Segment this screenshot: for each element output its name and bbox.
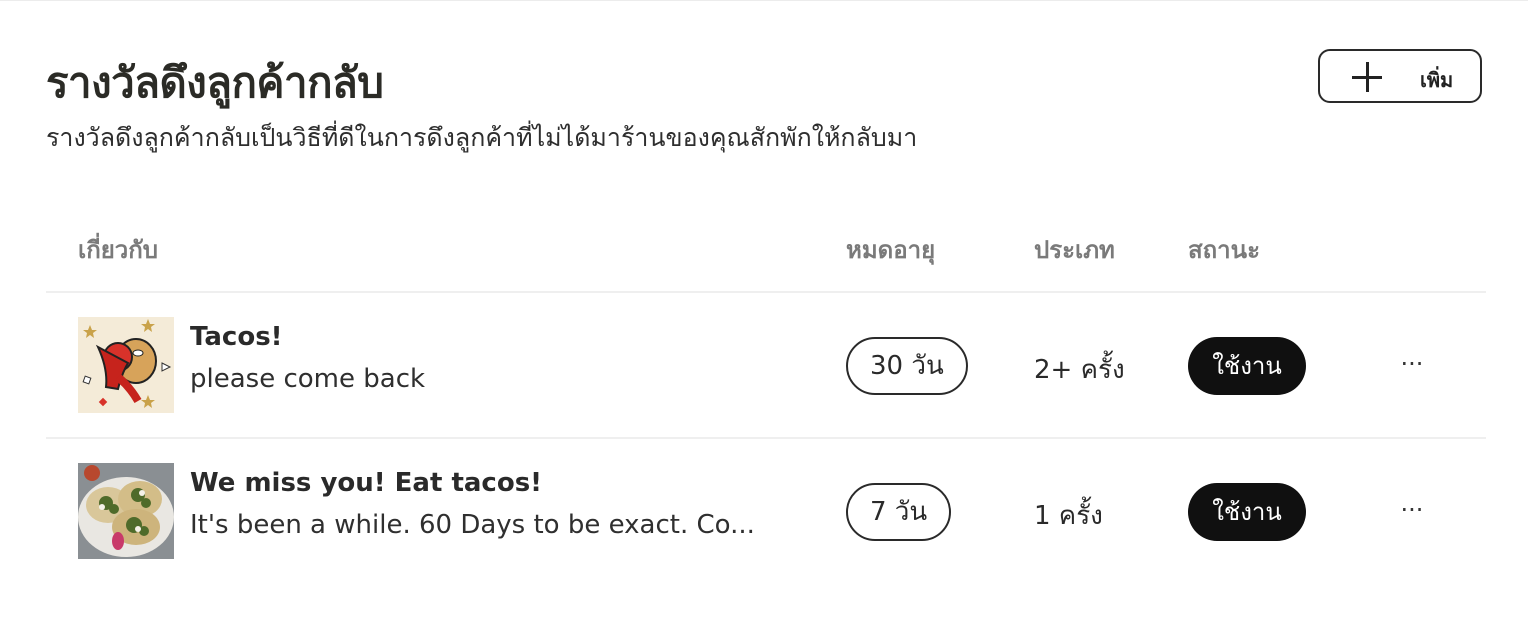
page-subtitle: รางวัลดึงลูกค้ากลับเป็นวิธีที่ดีในการดึง…: [46, 123, 918, 152]
reward-message: It's been a while. 60 Days to be exact. …: [190, 510, 755, 540]
status-badge: ใช้งาน: [1188, 483, 1306, 541]
reward-type: 2+ ครั้ง: [1034, 355, 1125, 385]
expiry-badge: 7 วัน: [846, 483, 952, 541]
more-options-icon[interactable]: ···: [1394, 485, 1430, 535]
column-header-status: สถานะ: [1188, 236, 1260, 264]
reward-name: Tacos!: [190, 322, 283, 352]
status-badge: ใช้งาน: [1188, 337, 1306, 395]
column-header-expiry: หมดอายุ: [846, 236, 936, 264]
tacos-photo-icon: [78, 463, 174, 559]
add-button[interactable]: เพิ่ม: [1318, 49, 1482, 103]
top-border: [0, 0, 1528, 1]
reward-type: 1 ครั้ง: [1034, 501, 1103, 531]
column-header-type: ประเภท: [1034, 236, 1115, 264]
reward-name: We miss you! Eat tacos!: [190, 468, 543, 498]
column-header-about: เกี่ยวกับ: [78, 236, 159, 264]
expiry-badge: 30 วัน: [846, 337, 968, 395]
add-button-label: เพิ่ม: [1420, 68, 1454, 92]
more-options-icon[interactable]: ···: [1394, 339, 1430, 389]
reward-message: please come back: [190, 364, 426, 394]
plus-icon: [1352, 62, 1382, 92]
table-row[interactable]: We miss you! Eat tacos! It's been a whil…: [0, 439, 1528, 585]
page-title: รางวัลดึงลูกค้ากลับ: [46, 58, 384, 107]
table-row[interactable]: Tacos! please come back 30 วัน 2+ ครั้ง …: [0, 293, 1528, 439]
cartoon-illustration-icon: [78, 317, 174, 413]
